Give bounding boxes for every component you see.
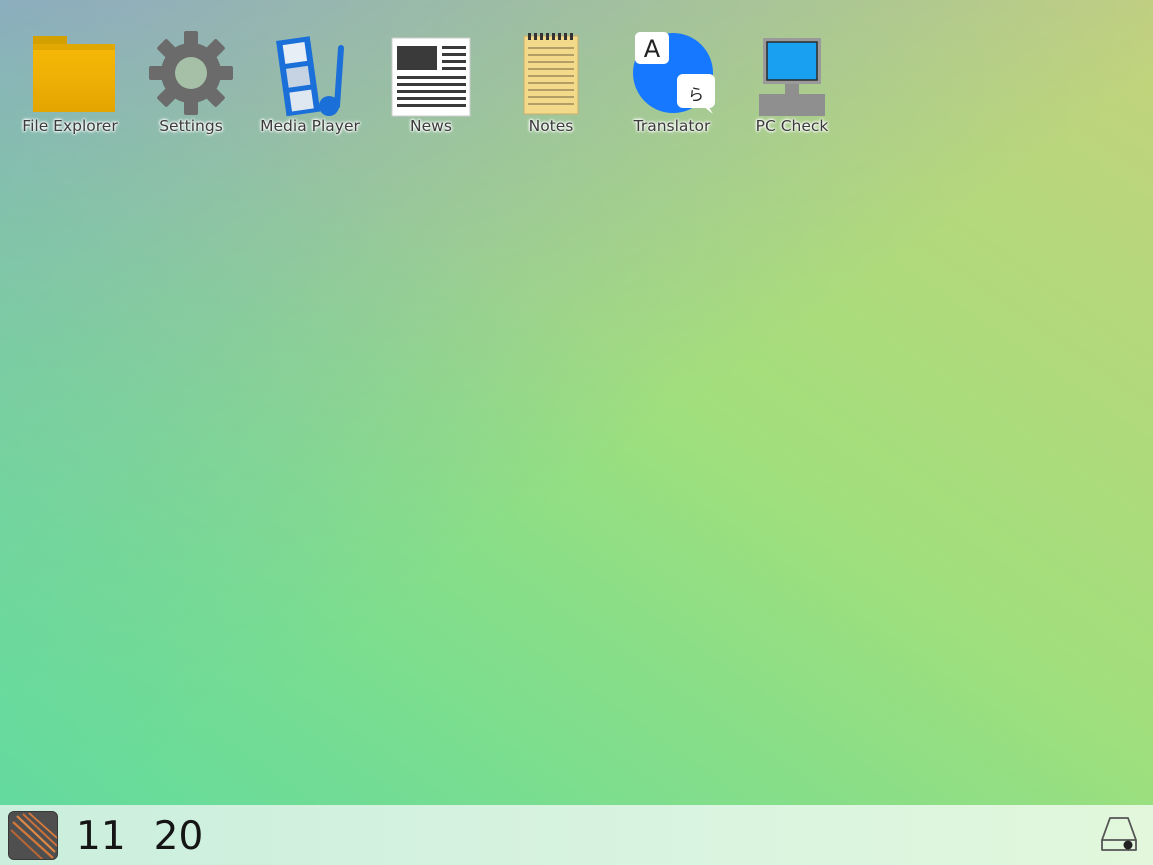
- translator-icon: A ら: [633, 32, 715, 114]
- desktop-background: File Explorer Settings Media Player News…: [0, 0, 1153, 805]
- folder-icon: [33, 36, 115, 112]
- start-menu-icon: [10, 812, 57, 859]
- news-shortcut[interactable]: News: [371, 24, 491, 144]
- media-player-shortcut[interactable]: Media Player: [250, 24, 370, 144]
- app-label: Notes: [528, 117, 574, 135]
- newspaper-icon: [391, 37, 471, 117]
- app-label: Settings: [159, 117, 223, 135]
- computer-icon: [759, 38, 825, 116]
- clock-minutes: 20: [153, 813, 204, 859]
- gear-icon: [149, 31, 233, 115]
- app-label: News: [410, 117, 452, 135]
- notes-shortcut[interactable]: Notes: [491, 24, 611, 144]
- app-label: Translator: [633, 117, 711, 135]
- clock-hours: 11: [76, 813, 126, 859]
- svg-text:A: A: [644, 35, 661, 63]
- start-button[interactable]: [8, 811, 58, 860]
- translator-shortcut[interactable]: A ら Translator: [612, 24, 732, 144]
- taskbar: 11 20: [0, 805, 1153, 865]
- media-player-icon: [276, 36, 344, 117]
- storage-drive-icon[interactable]: [1099, 814, 1139, 854]
- pc-check-shortcut[interactable]: PC Check: [732, 24, 852, 144]
- app-label: Media Player: [260, 117, 360, 135]
- notepad-icon: [523, 33, 579, 115]
- settings-shortcut[interactable]: Settings: [131, 24, 251, 144]
- taskbar-clock[interactable]: 11 20: [76, 811, 203, 861]
- svg-text:ら: ら: [688, 85, 704, 104]
- file-explorer-shortcut[interactable]: File Explorer: [10, 24, 130, 144]
- app-label: File Explorer: [22, 117, 118, 135]
- app-label: PC Check: [755, 117, 829, 135]
